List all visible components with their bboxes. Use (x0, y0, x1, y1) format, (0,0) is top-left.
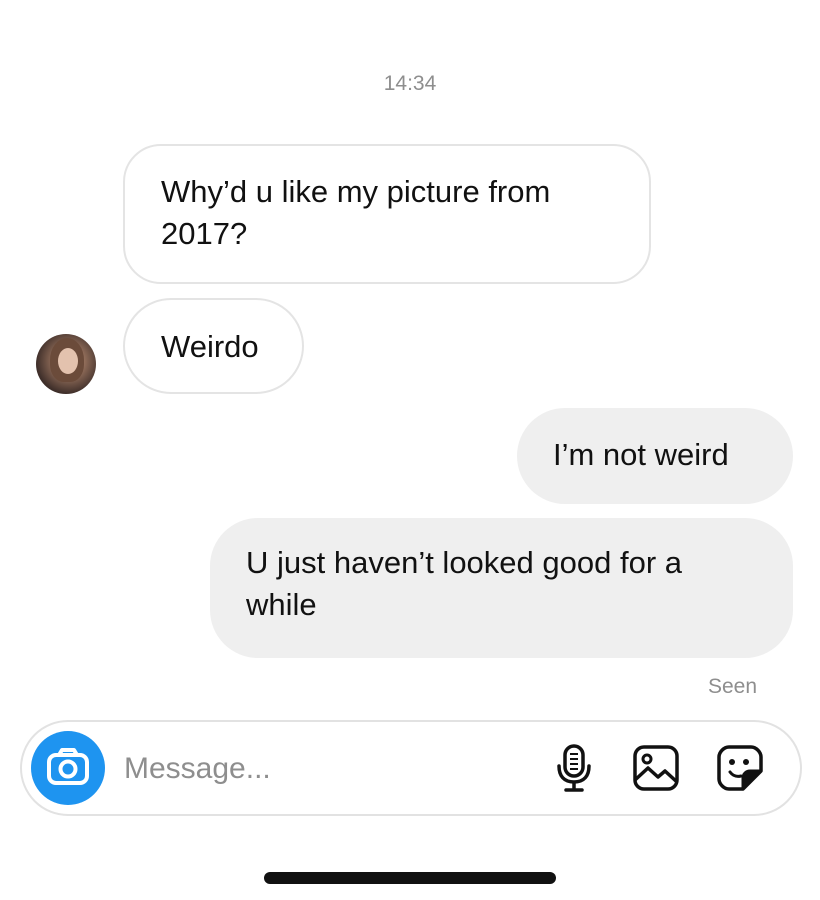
message-input[interactable] (124, 748, 524, 790)
incoming-message-bubble[interactable]: Weirdo (123, 298, 304, 394)
camera-icon (47, 748, 89, 785)
camera-button[interactable] (31, 731, 105, 805)
message-timestamp: 14:34 (383, 72, 437, 95)
microphone-icon (557, 744, 591, 792)
gallery-icon (633, 745, 679, 791)
sticker-icon (717, 745, 763, 791)
message-composer (20, 720, 802, 816)
incoming-message-bubble[interactable]: Why’d u like my picture from 2017? (123, 144, 651, 284)
gallery-button[interactable] (628, 740, 684, 796)
sticker-button[interactable] (712, 740, 768, 796)
outgoing-message-bubble[interactable]: I’m not weird (517, 408, 793, 504)
voice-message-button[interactable] (546, 740, 602, 796)
seen-status: Seen (707, 675, 757, 698)
home-indicator[interactable] (264, 872, 556, 884)
avatar[interactable] (36, 334, 96, 394)
avatar-face (58, 348, 78, 374)
outgoing-message-bubble[interactable]: U just haven’t looked good for a while (210, 518, 793, 658)
